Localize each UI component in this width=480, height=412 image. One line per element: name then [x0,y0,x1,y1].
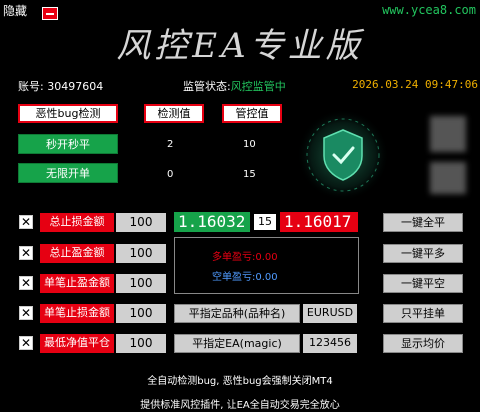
page-title: 风控EA专业版 [116,26,364,66]
unlimited-open-control: 15 [243,169,256,180]
symbol-input[interactable]: EURUSD [303,304,357,323]
long-profit-value: 0.00 [255,252,278,263]
monitor-label: 监管状态: [183,80,231,93]
total-take-profit-input[interactable]: 100 [116,244,166,263]
total-take-profit-label: 总止盈金额 [40,244,114,263]
long-profit: 多单盈亏:0.00 [212,248,278,263]
account-info: 账号: 30497604 [18,78,103,94]
magic-input[interactable]: 123456 [303,334,357,353]
hide-button[interactable]: 隐藏 [3,2,27,19]
total-stop-loss-input[interactable]: 100 [116,213,166,232]
footer-line-2: 提供标准风控插件, 让EA全自动交易完全放心 [140,400,340,411]
control-value-header: 管控值 [222,104,282,123]
quick-open-close-control: 10 [243,139,256,150]
spread-value: 15 [254,214,276,230]
close-long-button[interactable]: 一键平多 [383,244,463,263]
ask-price: 1.16017 [280,212,358,232]
close-by-magic-button[interactable]: 平指定EA(magic) [174,334,300,353]
close-short-button[interactable]: 一键平空 [383,274,463,293]
monitor-status: 监管状态:风控监管中 [183,78,286,94]
close-all-button[interactable]: 一键全平 [383,213,463,232]
long-profit-label: 多单盈亏: [212,252,256,263]
blurred-image [430,116,466,152]
footer-line-1: 全自动检测bug, 恶性bug会强制关闭MT4 [147,376,333,387]
unlimited-open-button[interactable]: 无限开单 [18,163,118,183]
single-take-profit-checkbox[interactable]: ✕ [19,276,33,290]
single-stop-loss-checkbox[interactable]: ✕ [19,306,33,320]
account-value: 30497604 [47,80,104,93]
detect-value-header: 检测值 [144,104,204,123]
bid-price: 1.16032 [174,212,250,232]
short-profit-label: 空单盈亏: [212,272,256,283]
single-take-profit-input[interactable]: 100 [116,274,166,293]
monitor-value: 风控监管中 [230,80,286,93]
close-by-symbol-button[interactable]: 平指定品种(品种名) [174,304,300,323]
close-pending-button[interactable]: 只平挂单 [383,304,463,323]
bug-detect-button[interactable]: 恶性bug检测 [18,104,118,123]
show-average-button[interactable]: 显示均价 [383,334,463,353]
short-profit: 空单盈亏:0.00 [212,268,278,283]
quick-open-close-detect: 2 [167,139,174,150]
single-stop-loss-label: 单笔止损金额 [40,304,114,323]
website-link[interactable]: www.ycea8.com [382,3,476,17]
total-stop-loss-label: 总止损金额 [40,213,114,232]
total-take-profit-checkbox[interactable]: ✕ [19,246,33,260]
min-equity-input[interactable]: 100 [116,334,166,353]
min-equity-label: 最低净值平仓 [40,334,114,353]
min-equity-checkbox[interactable]: ✕ [19,336,33,350]
quick-open-close-button[interactable]: 秒开秒平 [18,134,118,154]
profit-panel [174,237,359,294]
single-stop-loss-input[interactable]: 100 [116,304,166,323]
short-profit-value: 0.00 [255,272,278,283]
account-label: 账号: [18,80,44,93]
single-take-profit-label: 单笔止盈金额 [40,274,114,293]
blurred-image [430,162,466,194]
shield-icon [297,109,389,201]
unlimited-open-detect: 0 [167,169,174,180]
total-stop-loss-checkbox[interactable]: ✕ [19,215,33,229]
datetime: 2026.03.24 09:47:06 [352,78,478,91]
